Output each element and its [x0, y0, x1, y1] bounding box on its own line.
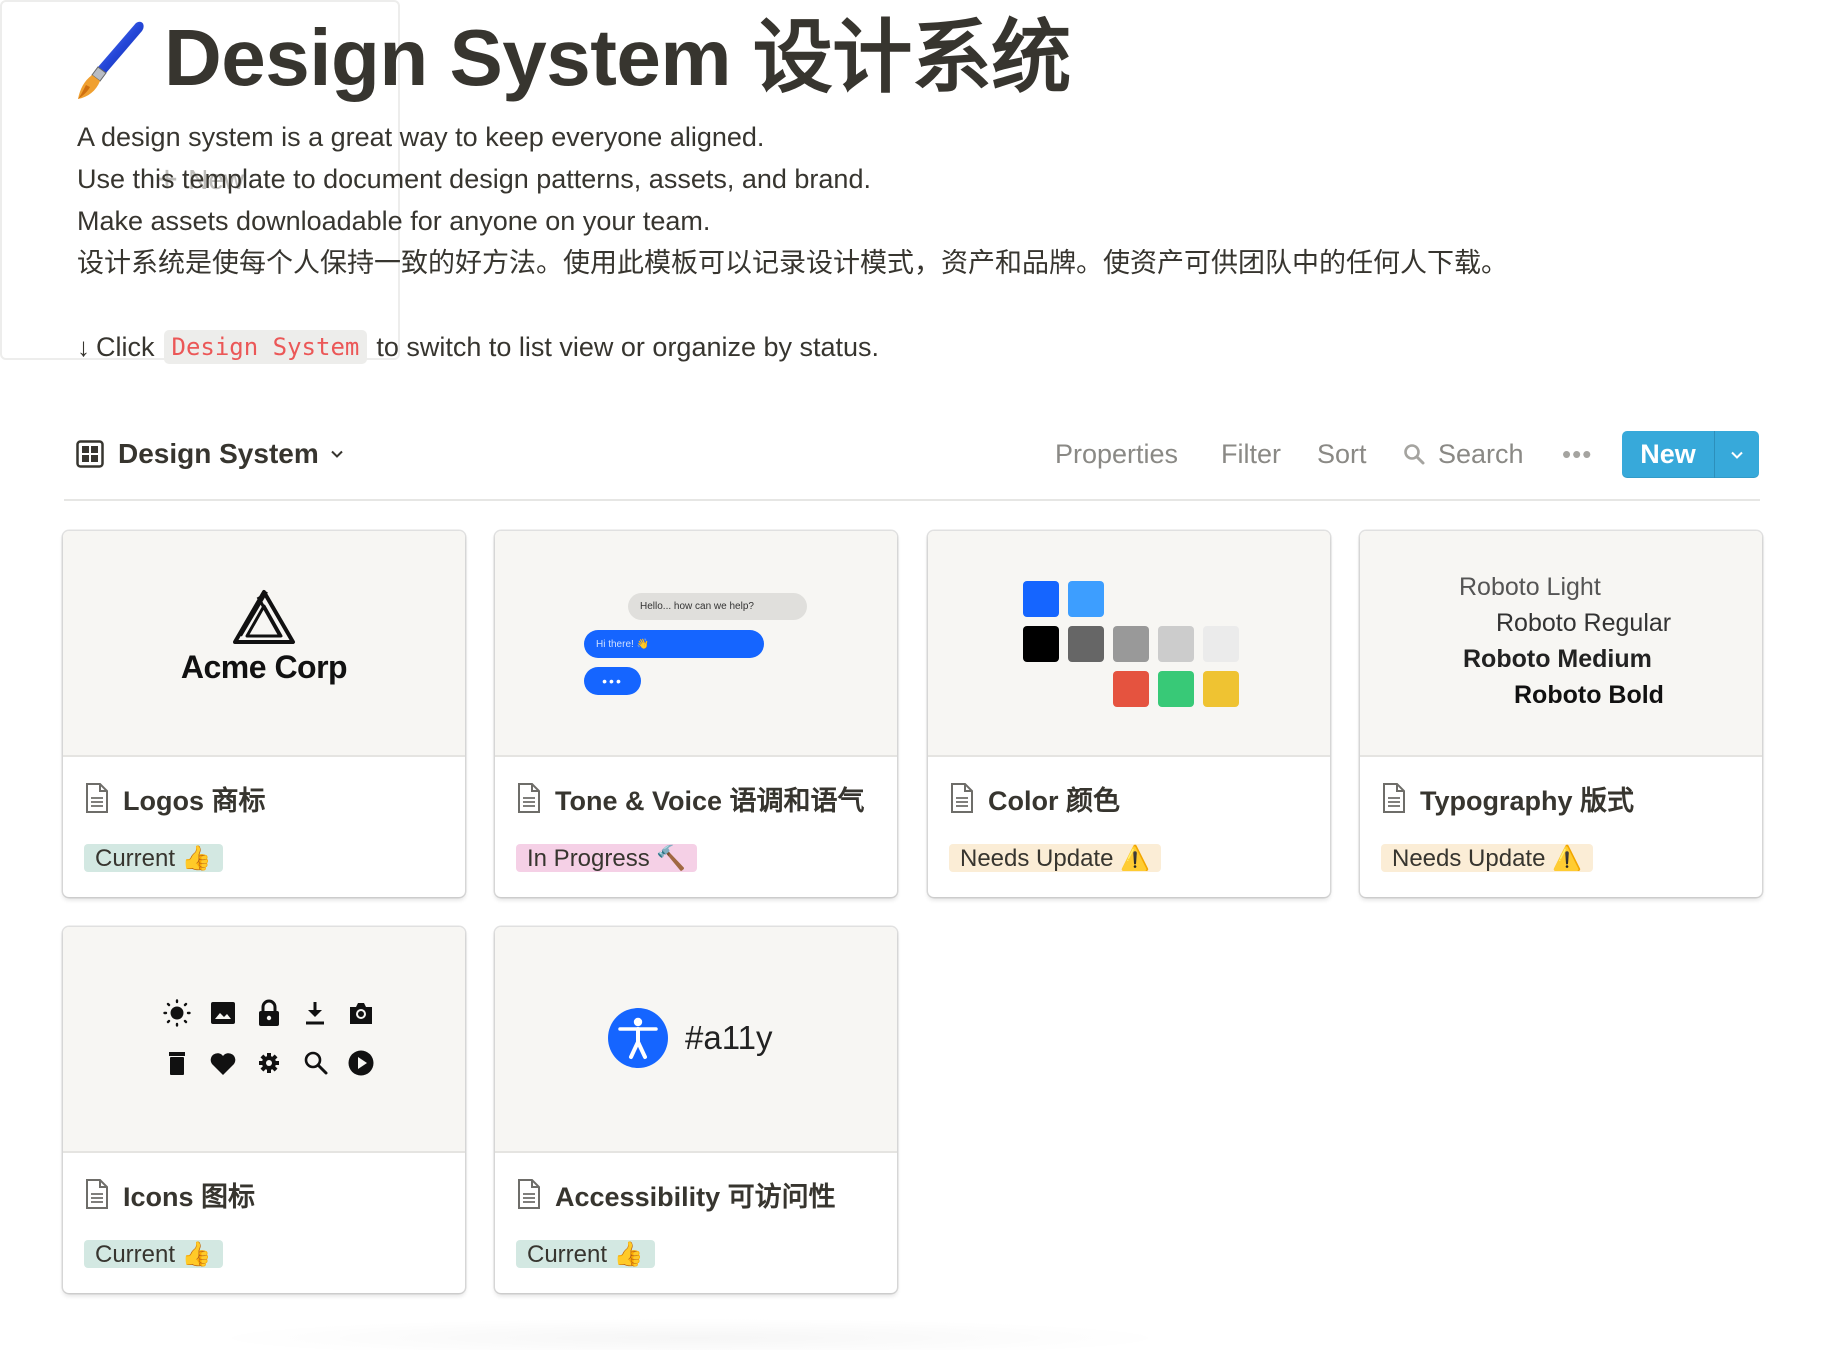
hint-line: ↓ Click Design System to switch to list …	[77, 327, 879, 367]
status-badge: In Progress 🔨	[516, 844, 698, 872]
color-swatch	[1023, 581, 1059, 617]
gallery-card-tone-voice[interactable]: Hello... how can we help? Hi there! 👋 ••…	[495, 531, 897, 897]
description-line: A design system is a great way to keep e…	[77, 122, 765, 152]
typography-sample-medium: Roboto Medium	[1463, 645, 1652, 673]
chat-bubble-incoming: Hello... how can we help?	[628, 593, 807, 620]
card-title: Tone & Voice 语调和语气	[555, 785, 865, 816]
play-icon	[348, 1050, 374, 1076]
typography-sample-regular: Roboto Regular	[1496, 609, 1672, 637]
card-preview: Roboto Light Roboto Regular Roboto Mediu…	[1360, 531, 1762, 757]
description-line: Make assets downloadable for anyone on y…	[77, 206, 711, 236]
hint-prefix: Click	[96, 331, 155, 362]
new-button-group: New	[1622, 431, 1759, 478]
card-title: Accessibility 可访问性	[555, 1181, 836, 1212]
accessibility-icon	[608, 1008, 668, 1068]
search-icon	[1404, 444, 1425, 465]
more-icon: •••	[1562, 438, 1593, 469]
a11y-text: #a11y	[685, 1019, 773, 1056]
color-swatch	[1158, 671, 1194, 707]
arrow-down-icon: ↓	[77, 331, 90, 362]
page-icon	[518, 783, 540, 813]
gear-icon	[259, 1053, 279, 1073]
chat-bubble-typing: •••	[584, 667, 641, 695]
triangle-logo-icon	[233, 590, 295, 644]
status-badge: Needs Update ⚠️	[1381, 844, 1593, 872]
search-button[interactable]: Search	[1402, 434, 1524, 474]
status-badge: Current 👍	[84, 1240, 223, 1268]
card-title: Icons 图标	[123, 1181, 256, 1212]
camera-icon	[350, 1003, 372, 1024]
gallery-card-color[interactable]: Color 颜色 Needs Update ⚠️	[928, 531, 1330, 897]
card-title-row: Typography 版式	[1382, 778, 1634, 818]
chat-bubble-outgoing: Hi there! 👋	[584, 630, 764, 658]
color-swatch	[1068, 581, 1104, 617]
card-preview: Acme Corp	[63, 531, 465, 757]
color-swatch	[1113, 626, 1149, 662]
color-swatch	[1203, 671, 1239, 707]
view-title: Design System	[118, 438, 319, 469]
gallery-card-accessibility[interactable]: #a11y Accessibility 可访问性 Current 👍	[495, 927, 897, 1293]
logo-text: Acme Corp	[180, 649, 348, 685]
card-preview: #a11y	[495, 927, 897, 1153]
properties-button[interactable]: Properties	[1055, 434, 1178, 474]
gallery-card-icons[interactable]: Icons 图标 Current 👍	[63, 927, 465, 1293]
card-title: Logos 商标	[123, 785, 266, 816]
status-badge: Current 👍	[516, 1240, 655, 1268]
hint-suffix: to switch to list view or organize by st…	[376, 331, 880, 362]
color-swatch	[1158, 626, 1194, 662]
a11y-graphic: #a11y	[607, 1007, 772, 1069]
acme-logo: Acme Corp	[63, 589, 465, 686]
card-title-row: Logos 商标	[85, 778, 266, 818]
sort-button[interactable]: Sort	[1317, 434, 1367, 474]
card-preview	[63, 927, 465, 1153]
status-badge: Current 👍	[84, 844, 223, 872]
color-swatch	[1023, 626, 1059, 662]
description-line-chinese: 设计系统是使每个人保持一致的好方法。使用此模板可以记录设计模式，资产和品牌。使资…	[77, 248, 1508, 278]
lock-icon	[259, 999, 279, 1026]
more-options-button[interactable]: •••	[1562, 434, 1592, 474]
card-title-row: Icons 图标	[85, 1174, 255, 1214]
card-preview	[928, 531, 1330, 757]
card-title-row: Color 颜色	[950, 778, 1120, 818]
chevron-down-icon	[331, 450, 343, 458]
card-title-row: Tone & Voice 语调和语气	[517, 778, 865, 818]
view-switcher[interactable]: Design System	[76, 432, 345, 476]
heart-icon	[210, 1053, 236, 1075]
status-badge: Needs Update ⚠️	[949, 844, 1161, 872]
typography-sample-bold: Roboto Bold	[1514, 681, 1664, 709]
gallery-grid-icon	[76, 440, 104, 468]
page-icon	[518, 1179, 540, 1209]
page-title: Design System 设计系统	[164, 13, 1071, 102]
new-button[interactable]: New	[1622, 431, 1714, 478]
page-icon	[1383, 783, 1405, 813]
card-title: Color 颜色	[988, 785, 1120, 816]
download-icon	[306, 1002, 324, 1025]
description-line: Use this template to document design pat…	[77, 164, 871, 194]
new-dropdown-button[interactable]	[1714, 431, 1759, 478]
divider	[64, 499, 1760, 501]
page-icon	[951, 783, 973, 813]
sun-icon	[163, 999, 191, 1027]
typography-sample-light: Roboto Light	[1459, 573, 1601, 601]
gallery-card-typography[interactable]: Roboto Light Roboto Regular Roboto Mediu…	[1360, 531, 1762, 897]
filter-button[interactable]: Filter	[1221, 434, 1281, 474]
bottom-shadow	[200, 1318, 1180, 1350]
card-title: Typography 版式	[1420, 785, 1635, 816]
card-title-row: Accessibility 可访问性	[517, 1174, 836, 1214]
card-preview: Hello... how can we help? Hi there! 👋 ••…	[495, 531, 897, 757]
color-swatch	[1113, 671, 1149, 707]
paintbrush-icon	[78, 21, 144, 99]
color-swatch	[1203, 626, 1239, 662]
page-icon	[86, 1179, 108, 1209]
inline-code: Design System	[163, 330, 368, 364]
page-title-row: Design System 设计系统	[66, 8, 1071, 108]
page-icon	[86, 783, 108, 813]
search-icon	[304, 1051, 328, 1075]
trash-icon	[169, 1052, 185, 1075]
gallery-card-logos[interactable]: Acme Corp Logos 商标 Current 👍	[63, 531, 465, 897]
color-swatch	[1068, 626, 1104, 662]
image-icon	[211, 1002, 235, 1024]
chevron-down-icon	[1731, 451, 1743, 459]
search-label: Search	[1438, 438, 1524, 469]
